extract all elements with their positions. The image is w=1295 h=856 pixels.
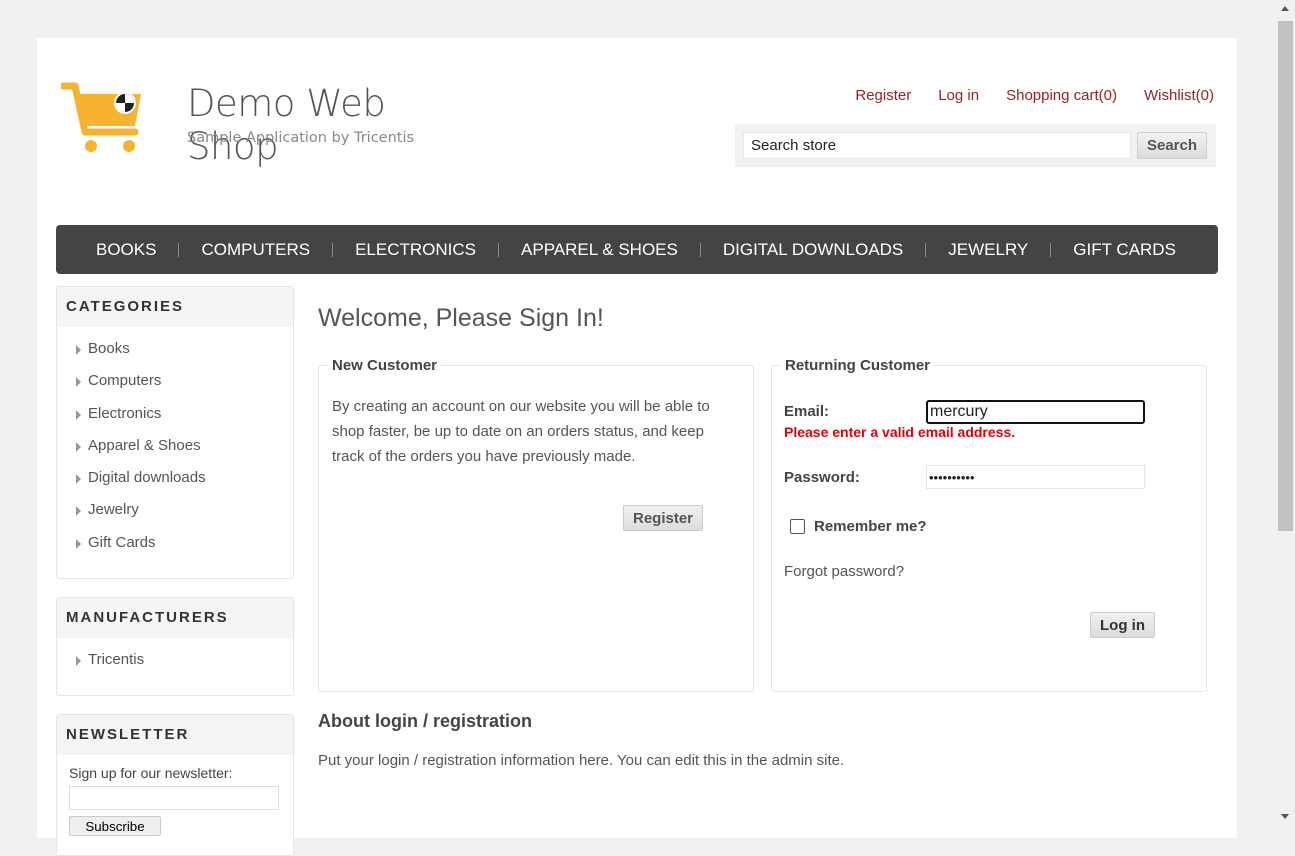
forgot-password-link[interactable]: Forgot password? [784, 563, 904, 580]
newsletter-subscribe-button[interactable]: Subscribe [69, 816, 161, 836]
nav-item-electronics[interactable]: ELECTRONICS [335, 240, 496, 260]
header-links: Register Log in Shopping cart(0) Wishlis… [855, 87, 1214, 104]
categories-block: CATEGORIES Books Computers Electronics A… [56, 286, 294, 579]
page-title: Welcome, Please Sign In! [318, 304, 604, 332]
returning-customer-legend: Returning Customer [781, 357, 935, 374]
nav-item-digital-downloads[interactable]: DIGITAL DOWNLOADS [703, 240, 923, 260]
nav-separator [699, 242, 701, 257]
newsletter-label: Sign up for our newsletter: [69, 765, 233, 781]
nav-separator [332, 242, 334, 257]
nav-item-apparel-shoes[interactable]: APPAREL & SHOES [501, 240, 698, 260]
register-button[interactable]: Register [623, 505, 703, 531]
category-books[interactable]: Books [57, 338, 293, 370]
password-label: Password: [784, 469, 860, 486]
search-button[interactable]: Search [1137, 132, 1207, 159]
categories-list: Books Computers Electronics Apparel & Sh… [57, 327, 293, 572]
newsletter-email-input[interactable] [69, 786, 279, 810]
manufacturers-title: MANUFACTURERS [57, 598, 293, 638]
nav-item-books[interactable]: BOOKS [76, 240, 176, 260]
top-menu: BOOKS COMPUTERS ELECTRONICS APPAREL & SH… [56, 225, 1218, 274]
login-button[interactable]: Log in [1090, 612, 1155, 638]
cart-logo-icon [61, 82, 141, 152]
shopping-cart-link[interactable]: Shopping cart(0) [1006, 87, 1117, 104]
wishlist-link[interactable]: Wishlist(0) [1144, 87, 1214, 104]
nav-separator [925, 242, 927, 257]
topic-title: About login / registration [318, 711, 532, 731]
newsletter-title: NEWSLETTER [57, 715, 293, 755]
page-container: Demo Web Shop Sample Application by Tric… [37, 38, 1237, 856]
email-error-message: Please enter a valid email address. [784, 424, 1016, 440]
nav-item-jewelry[interactable]: JEWELRY [928, 240, 1048, 260]
returning-customer-box: Returning Customer Email: Please enter a… [771, 357, 1207, 692]
new-customer-box: New Customer By creating an account on o… [318, 357, 754, 692]
search-input[interactable] [743, 132, 1131, 159]
category-apparel-shoes[interactable]: Apparel & Shoes [57, 435, 293, 467]
newsletter-block: NEWSLETTER Sign up for our newsletter: S… [56, 714, 294, 856]
categories-title: CATEGORIES [57, 287, 293, 327]
category-computers[interactable]: Computers [57, 370, 293, 402]
category-digital-downloads[interactable]: Digital downloads [57, 467, 293, 499]
login-link[interactable]: Log in [938, 87, 979, 104]
logo-subtitle: Sample Application by Tricentis [187, 130, 415, 146]
remember-me-label[interactable]: Remember me? [814, 518, 927, 535]
nav-separator [498, 242, 500, 257]
page-scrollbar[interactable] [1276, 0, 1295, 825]
new-customer-text: By creating an account on our website yo… [332, 398, 710, 465]
email-label: Email: [784, 403, 830, 420]
new-customer-legend: New Customer [328, 357, 442, 374]
register-link[interactable]: Register [855, 87, 911, 104]
email-field[interactable] [926, 400, 1145, 424]
nav-item-computers[interactable]: COMPUTERS [181, 240, 330, 260]
manufacturers-block: MANUFACTURERS Tricentis [56, 597, 294, 696]
category-jewelry[interactable]: Jewelry [57, 499, 293, 531]
topic-body: Put your login / registration informatio… [318, 752, 845, 769]
category-gift-cards[interactable]: Gift Cards [57, 532, 293, 564]
scroll-down-arrow-icon[interactable] [1281, 814, 1289, 819]
remember-me-checkbox[interactable] [790, 519, 805, 534]
scroll-up-arrow-icon[interactable] [1281, 6, 1289, 11]
search-box: Search [735, 124, 1216, 167]
logo-title: Demo Web Shop [187, 82, 386, 168]
category-electronics[interactable]: Electronics [57, 403, 293, 435]
site-logo[interactable]: Demo Web Shop Sample Application by Tric… [61, 82, 451, 168]
manufacturer-tricentis[interactable]: Tricentis [57, 649, 293, 681]
nav-separator [178, 242, 180, 257]
scroll-thumb[interactable] [1278, 21, 1293, 531]
manufacturers-list: Tricentis [57, 638, 293, 689]
nav-item-gift-cards[interactable]: GIFT CARDS [1053, 240, 1196, 260]
password-field[interactable] [926, 465, 1145, 489]
nav-separator [1050, 242, 1052, 257]
